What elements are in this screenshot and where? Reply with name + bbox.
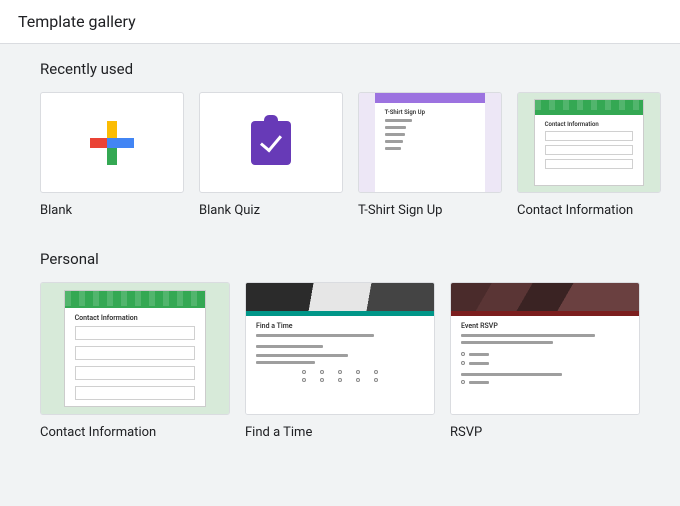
template-contact-info-personal[interactable]: Contact Information Contact Information [40,282,230,440]
template-tshirt-thumb: T-Shirt Sign Up [358,92,502,193]
preview-title: Find a Time [256,322,424,330]
clipboard-check-icon [251,121,291,165]
plus-icon [90,121,134,165]
template-contact-personal-label: Contact Information [40,425,230,440]
template-rsvp[interactable]: Event RSVP RSVP [450,282,640,440]
preview-title: Contact Information [545,121,634,128]
section-personal-title: Personal [40,250,648,268]
personal-row: Contact Information Contact Information [40,282,648,440]
template-find-time-thumb: Find a Time [245,282,435,415]
template-rsvp-thumb: Event RSVP [450,282,640,415]
page-title: Template gallery [18,12,136,31]
page-header: Template gallery [0,0,680,44]
template-contact-personal-thumb: Contact Information [40,282,230,415]
template-contact-info-recent[interactable]: Contact Information Contact Information [517,92,661,218]
template-blank-thumb [40,92,184,193]
template-blank[interactable]: Blank [40,92,184,218]
template-find-time-label: Find a Time [245,425,435,440]
preview-title: Contact Information [75,314,196,322]
template-contact-recent-thumb: Contact Information [517,92,661,193]
template-find-a-time[interactable]: Find a Time Find a Time [245,282,435,440]
template-blank-quiz[interactable]: Blank Quiz [199,92,343,218]
template-blank-label: Blank [40,203,184,218]
preview-title: Event RSVP [461,322,629,330]
template-tshirt-label: T-Shirt Sign Up [358,203,502,218]
section-personal: Personal Contact Information [0,226,680,448]
recent-row: Blank Blank Quiz T-Shirt Sign Up [40,92,648,218]
section-recent: Recently used Blank [0,44,680,226]
template-blank-quiz-thumb [199,92,343,193]
template-contact-recent-label: Contact Information [517,203,661,218]
template-rsvp-label: RSVP [450,425,640,440]
preview-title: T-Shirt Sign Up [385,109,476,116]
template-tshirt-signup[interactable]: T-Shirt Sign Up T-Shirt Sign Up [358,92,502,218]
template-blank-quiz-label: Blank Quiz [199,203,343,218]
section-recent-title: Recently used [40,60,648,78]
